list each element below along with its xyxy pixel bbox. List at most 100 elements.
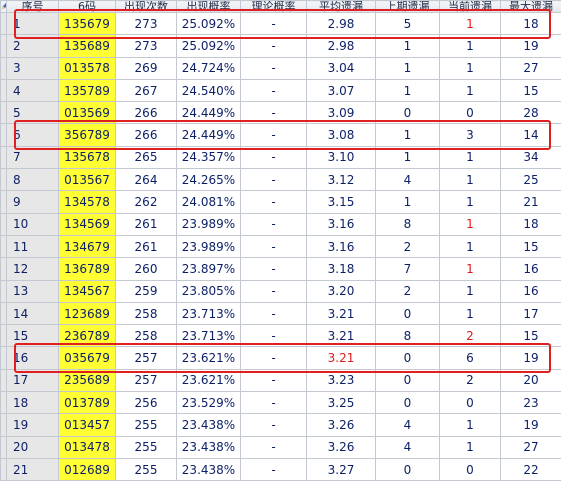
theory-probability-cell: -	[241, 235, 307, 257]
max-miss-cell: 16	[501, 280, 561, 302]
current-miss-cell: 1	[440, 169, 501, 191]
table-row[interactable]: 1313456725923.805%-3.202116	[1, 280, 561, 302]
table-row[interactable]: 1523678925823.713%-3.218215	[1, 325, 561, 347]
last-miss-cell: 4	[376, 436, 440, 458]
col-header-current-miss[interactable]: 当前遗漏	[440, 1, 501, 13]
col-header-max-miss[interactable]: 最大遗漏	[501, 1, 561, 13]
table-row[interactable]: 635678926624.449%-3.081314	[1, 124, 561, 146]
max-miss-cell: 28	[501, 102, 561, 124]
table-row[interactable]: 1213678926023.897%-3.187116	[1, 258, 561, 280]
count-cell: 269	[116, 57, 177, 79]
max-miss-cell: 14	[501, 124, 561, 146]
theory-probability-cell: -	[241, 35, 307, 57]
probability-cell: 24.540%	[177, 79, 241, 101]
probability-cell: 24.449%	[177, 102, 241, 124]
count-cell: 255	[116, 436, 177, 458]
table-row[interactable]: 1901345725523.438%-3.264119	[1, 414, 561, 436]
last-miss-cell: 0	[376, 302, 440, 324]
table-row[interactable]: 413578926724.540%-3.071115	[1, 79, 561, 101]
probability-cell: 25.092%	[177, 13, 241, 35]
col-header-avg-miss[interactable]: 平均遗漏	[307, 1, 376, 13]
last-miss-cell: 1	[376, 79, 440, 101]
row-index-cell: 13	[7, 280, 59, 302]
col-header-theory-probability[interactable]: 理论概率	[241, 1, 307, 13]
row-index-cell: 3	[7, 57, 59, 79]
table-row[interactable]: 2001347825523.438%-3.264127	[1, 436, 561, 458]
count-cell: 261	[116, 213, 177, 235]
col-header-last-miss[interactable]: 上期遗漏	[376, 1, 440, 13]
corner-cell[interactable]	[1, 1, 7, 13]
current-miss-cell: 1	[440, 414, 501, 436]
current-miss-cell: 0	[440, 458, 501, 480]
theory-probability-cell: -	[241, 79, 307, 101]
current-miss-cell: 1	[440, 191, 501, 213]
probability-cell: 23.805%	[177, 280, 241, 302]
table-row[interactable]: 2101268925523.438%-3.270022	[1, 458, 561, 480]
table-row[interactable]: 1723568925723.621%-3.230220	[1, 369, 561, 391]
table-row[interactable]: 913457826224.081%-3.151121	[1, 191, 561, 213]
theory-probability-cell: -	[241, 169, 307, 191]
row-index-cell: 5	[7, 102, 59, 124]
theory-probability-cell: -	[241, 213, 307, 235]
theory-probability-cell: -	[241, 302, 307, 324]
table-row[interactable]: 801356726424.265%-3.124125	[1, 169, 561, 191]
avg-miss-cell: 3.04	[307, 57, 376, 79]
theory-probability-cell: -	[241, 458, 307, 480]
theory-probability-cell: -	[241, 436, 307, 458]
code-cell: 013457	[59, 414, 116, 436]
max-miss-cell: 17	[501, 302, 561, 324]
code-cell: 013789	[59, 392, 116, 414]
current-miss-cell: 1	[440, 302, 501, 324]
probability-cell: 23.713%	[177, 325, 241, 347]
theory-probability-cell: -	[241, 146, 307, 168]
code-cell: 134569	[59, 213, 116, 235]
theory-probability-cell: -	[241, 325, 307, 347]
max-miss-cell: 27	[501, 57, 561, 79]
count-cell: 261	[116, 235, 177, 257]
last-miss-cell: 1	[376, 146, 440, 168]
code-cell: 136789	[59, 258, 116, 280]
last-miss-cell: 8	[376, 325, 440, 347]
probability-cell: 23.989%	[177, 213, 241, 235]
code-cell: 135689	[59, 35, 116, 57]
row-index-cell: 16	[7, 347, 59, 369]
col-header-probability[interactable]: 出现概率	[177, 1, 241, 13]
avg-miss-cell: 3.16	[307, 235, 376, 257]
avg-miss-cell: 3.21	[307, 347, 376, 369]
theory-probability-cell: -	[241, 57, 307, 79]
count-cell: 257	[116, 347, 177, 369]
max-miss-cell: 25	[501, 169, 561, 191]
table-row[interactable]: 1801378925623.529%-3.250023	[1, 392, 561, 414]
row-index-cell: 10	[7, 213, 59, 235]
table-row[interactable]: 113567927325.092%-2.985118	[1, 13, 561, 35]
table-row[interactable]: 213568927325.092%-2.981119	[1, 35, 561, 57]
max-miss-cell: 27	[501, 436, 561, 458]
avg-miss-cell: 3.18	[307, 258, 376, 280]
table-row[interactable]: 1013456926123.989%-3.168118	[1, 213, 561, 235]
probability-cell: 24.081%	[177, 191, 241, 213]
count-cell: 255	[116, 458, 177, 480]
probability-cell: 23.621%	[177, 347, 241, 369]
table-row[interactable]: 301357826924.724%-3.041127	[1, 57, 561, 79]
count-cell: 267	[116, 79, 177, 101]
header-row: 序号 6码 出现次数 出现概率 理论概率 平均遗漏 上期遗漏 当前遗漏 最大遗漏	[1, 1, 561, 13]
current-miss-cell: 0	[440, 102, 501, 124]
probability-cell: 24.724%	[177, 57, 241, 79]
last-miss-cell: 1	[376, 124, 440, 146]
col-header-count[interactable]: 出现次数	[116, 1, 177, 13]
table-row[interactable]: 713567826524.357%-3.101134	[1, 146, 561, 168]
avg-miss-cell: 3.15	[307, 191, 376, 213]
table-row[interactable]: 1412368925823.713%-3.210117	[1, 302, 561, 324]
table-row[interactable]: 1113467926123.989%-3.162115	[1, 235, 561, 257]
row-index-cell: 21	[7, 458, 59, 480]
row-index-cell: 18	[7, 392, 59, 414]
col-header-code[interactable]: 6码	[59, 1, 116, 13]
table-row[interactable]: 1603567925723.621%-3.210619	[1, 347, 561, 369]
last-miss-cell: 0	[376, 392, 440, 414]
last-miss-cell: 0	[376, 458, 440, 480]
col-header-index[interactable]: 序号	[7, 1, 59, 13]
last-miss-cell: 7	[376, 258, 440, 280]
avg-miss-cell: 3.27	[307, 458, 376, 480]
table-row[interactable]: 501356926624.449%-3.090028	[1, 102, 561, 124]
code-cell: 134578	[59, 191, 116, 213]
